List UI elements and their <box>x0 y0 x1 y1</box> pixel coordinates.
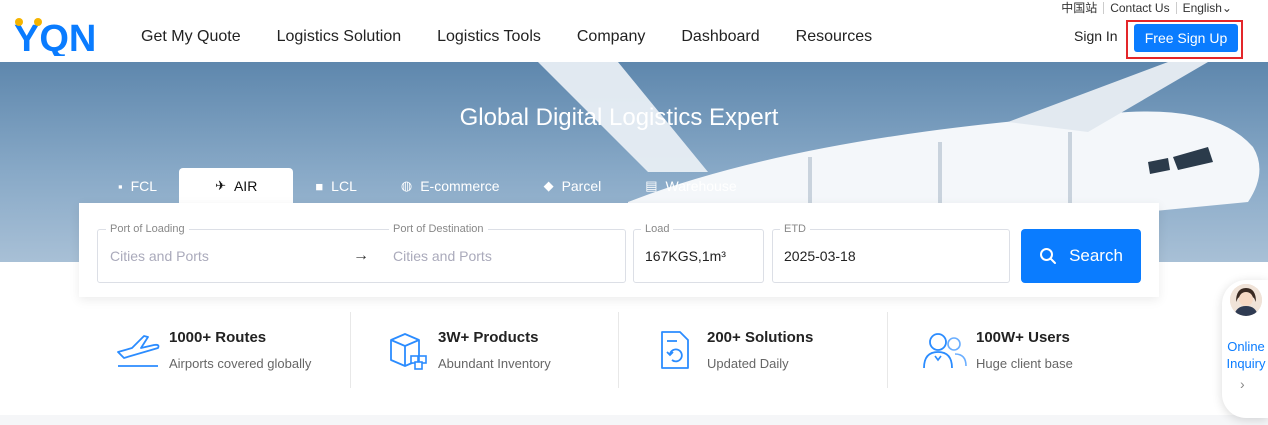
tab-label: LCL <box>331 178 357 194</box>
hero-title: Global Digital Logistics Expert <box>459 104 779 131</box>
globe-icon: ◍ <box>400 178 413 193</box>
tab-parcel[interactable]: ◆ Parcel <box>522 168 624 204</box>
parcel-icon: ◆ <box>543 178 554 193</box>
online-inquiry-widget[interactable]: Online Inquiry › <box>1222 280 1268 418</box>
online-inquiry-label: Online Inquiry <box>1224 338 1268 372</box>
logo-text: YQN <box>14 18 96 56</box>
chevron-right-icon: › <box>1240 376 1245 392</box>
china-site-link[interactable]: 中国站 <box>1055 2 1103 14</box>
free-sign-up-button[interactable]: Free Sign Up <box>1134 24 1238 52</box>
logo-dot-left <box>15 18 23 26</box>
stat-subtitle: Airports covered globally <box>169 356 312 371</box>
airplane-icon: ✈ <box>215 178 226 193</box>
agent-avatar <box>1230 284 1262 316</box>
stat-divider <box>618 312 619 388</box>
nav-get-my-quote[interactable]: Get My Quote <box>141 26 241 48</box>
etd-field[interactable]: ETD 2025-03-18 <box>772 223 1010 283</box>
stat-subtitle: Huge client base <box>976 356 1073 371</box>
tab-fcl[interactable]: ▪ FCL <box>96 168 179 204</box>
search-button[interactable]: Search <box>1021 229 1141 283</box>
contact-us-link[interactable]: Contact Us <box>1103 2 1175 14</box>
stat-title: 100W+ Users <box>976 329 1070 346</box>
warehouse-icon: ▤ <box>645 178 658 193</box>
online-inquiry-line2: Inquiry <box>1226 356 1266 371</box>
document-refresh-icon <box>661 331 689 369</box>
stat-subtitle: Abundant Inventory <box>438 356 551 371</box>
plane-route-icon <box>117 335 160 367</box>
search-button-label: Search <box>1069 246 1123 265</box>
transport-mode-tabs: ▪ FCL ✈ AIR ■ LCL ◍ E-commerce ◆ Parcel … <box>96 168 759 204</box>
main-nav: Get My Quote Logistics Solution Logistic… <box>123 26 890 48</box>
top-navigation-bar: YQN Get My Quote Logistics Solution Logi… <box>0 0 1268 62</box>
tab-label: E-commerce <box>420 178 500 194</box>
tab-warehouse[interactable]: ▤ Warehouse <box>623 168 758 204</box>
box-icon: ■ <box>315 178 324 194</box>
load-label: Load <box>641 223 674 235</box>
stat-divider <box>350 312 351 388</box>
etd-label: ETD <box>780 223 810 235</box>
tab-label: AIR <box>233 178 258 194</box>
quote-search-panel: Port of Loading Cities and Ports Port of… <box>79 203 1159 297</box>
port-of-destination-label: Port of Destination <box>389 223 488 235</box>
section-divider-band <box>0 415 1268 425</box>
etd-value: 2025-03-18 <box>784 248 856 264</box>
nav-logistics-tools[interactable]: Logistics Tools <box>437 26 541 48</box>
container-icon: ▪ <box>118 178 123 194</box>
nav-resources[interactable]: Resources <box>796 26 872 48</box>
port-of-loading-label: Port of Loading <box>106 223 189 235</box>
tab-label: Warehouse <box>665 178 737 194</box>
language-selector[interactable]: English⌄ <box>1175 2 1238 14</box>
stat-title: 1000+ Routes <box>169 329 267 346</box>
inventory-boxes-icon <box>390 333 427 370</box>
tab-air[interactable]: ✈ AIR <box>179 168 294 204</box>
stat-title: 200+ Solutions <box>707 329 814 346</box>
stat-title: 3W+ Products <box>438 329 539 346</box>
online-inquiry-line1: Online <box>1227 339 1265 354</box>
port-of-loading-input[interactable]: Cities and Ports <box>110 248 209 264</box>
tab-ecommerce[interactable]: ◍ E-commerce <box>379 168 522 204</box>
port-of-destination-input[interactable]: Cities and Ports <box>393 248 492 264</box>
page: YQN Get My Quote Logistics Solution Logi… <box>0 0 1268 425</box>
stat-divider <box>887 312 888 388</box>
load-value: 167KGS,1m³ <box>645 248 726 264</box>
agent-avatar-icon <box>1230 284 1262 316</box>
sign-in-link[interactable]: Sign In <box>1074 28 1118 44</box>
logo-dot-right <box>34 18 42 26</box>
stats-row: 1000+ Routes Airports covered globally 3… <box>80 312 1180 388</box>
tab-label: Parcel <box>561 178 602 194</box>
route-arrow-icon: → <box>353 247 369 264</box>
nav-logistics-solution[interactable]: Logistics Solution <box>277 26 402 48</box>
tab-label: FCL <box>130 178 158 194</box>
nav-dashboard[interactable]: Dashboard <box>681 26 759 48</box>
tab-lcl[interactable]: ■ LCL <box>293 168 379 204</box>
stat-subtitle: Updated Daily <box>707 356 789 371</box>
users-icon <box>923 333 967 369</box>
search-icon <box>1040 248 1057 264</box>
load-field[interactable]: Load 167KGS,1m³ <box>633 223 764 283</box>
yqn-logo[interactable]: YQN <box>14 18 102 56</box>
utility-links: 中国站 Contact Us English⌄ <box>1055 0 1238 16</box>
nav-company[interactable]: Company <box>577 26 645 48</box>
